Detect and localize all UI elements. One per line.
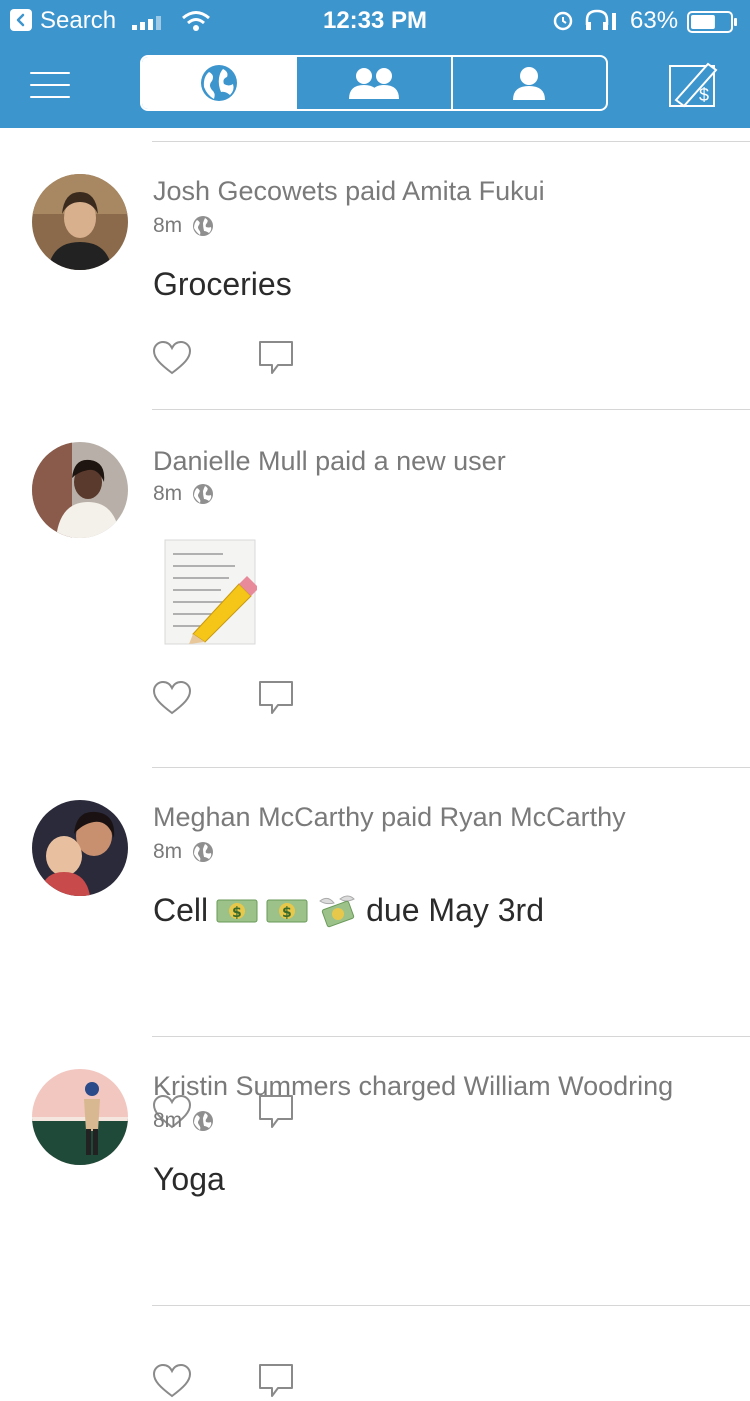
status-bar: Search 12:33 PM 63% (0, 0, 750, 42)
story-note-suffix: due May 3rd (366, 892, 544, 928)
story-meta: 8m (153, 840, 214, 864)
dollar-banknote-icon: $ (266, 899, 308, 922)
feed-segmented-control (140, 55, 608, 111)
svg-text:$: $ (699, 85, 709, 105)
like-heart-icon[interactable] (152, 680, 192, 716)
story-headline: Kristin Summers charged William Woodring (153, 1071, 674, 1101)
comment-bubble-icon[interactable] (256, 678, 296, 718)
money-with-wings-icon (319, 895, 355, 927)
header-bar: Search 12:33 PM 63% $ (0, 0, 750, 128)
divider (152, 141, 750, 142)
story-time: 8m (153, 214, 183, 237)
tab-friends[interactable] (295, 57, 450, 109)
story-note: Groceries (153, 266, 292, 302)
alarm-icon (553, 11, 573, 31)
like-heart-icon[interactable] (152, 340, 192, 376)
like-heart-icon[interactable] (152, 1363, 192, 1399)
story-meta: 8m (153, 214, 214, 238)
avatar[interactable] (32, 1069, 128, 1165)
story-headline: Danielle Mull paid a new user (153, 446, 506, 476)
story-headline: Josh Gecowets paid Amita Fukui (153, 176, 545, 206)
tab-public[interactable] (142, 57, 296, 109)
menu-button[interactable] (30, 70, 70, 100)
public-globe-icon (193, 1111, 214, 1131)
story-time: 8m (153, 840, 183, 863)
public-globe-icon (193, 216, 214, 236)
divider (152, 1305, 750, 1306)
avatar[interactable] (32, 800, 128, 896)
pay-or-request-button[interactable]: $ (668, 60, 720, 108)
public-globe-icon (193, 842, 214, 862)
divider (152, 1036, 750, 1037)
battery-icon (687, 11, 737, 33)
story-time: 8m (153, 1109, 183, 1132)
avatar[interactable] (32, 174, 128, 270)
public-globe-icon (193, 484, 214, 504)
story-note: Cell $ $ due May 3rd (153, 892, 544, 929)
story-headline: Meghan McCarthy paid Ryan McCarthy (153, 802, 626, 832)
person-icon (513, 67, 546, 100)
dollar-banknote-icon: $ (216, 899, 258, 922)
comment-bubble-icon[interactable] (256, 1361, 296, 1401)
friends-icon (348, 68, 399, 99)
divider (152, 409, 750, 410)
comment-bubble-icon[interactable] (256, 338, 296, 378)
story-time: 8m (153, 482, 183, 505)
memo-emoji-icon (164, 539, 257, 645)
battery-percentage: 63% (630, 7, 679, 34)
headphones-icon (585, 9, 616, 30)
svg-text:$: $ (232, 905, 242, 921)
svg-text:$: $ (282, 905, 292, 921)
story-note-text: Cell (153, 892, 209, 928)
divider (152, 767, 750, 768)
story-meta: 8m (153, 482, 214, 506)
story-note: Yoga (153, 1161, 225, 1197)
tab-mine[interactable] (450, 57, 606, 109)
story-meta: 8m (153, 1109, 214, 1133)
pay-compose-icon: $ (669, 62, 718, 108)
globe-icon (200, 65, 237, 101)
avatar[interactable] (32, 442, 128, 538)
